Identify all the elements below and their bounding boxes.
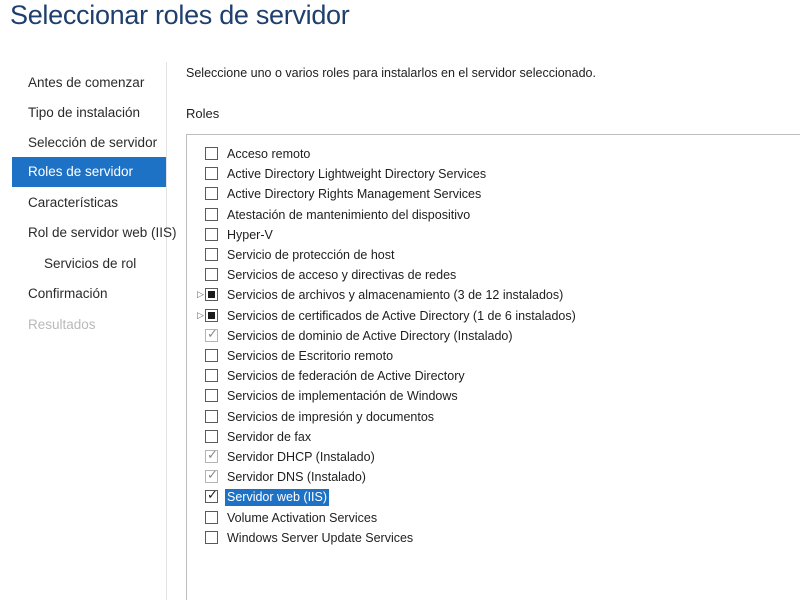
role-label[interactable]: Servidor web (IIS) — [225, 489, 330, 507]
role-checkbox[interactable] — [205, 248, 218, 261]
role-label[interactable]: Servicios de impresión y documentos — [225, 409, 436, 426]
role-checkbox[interactable] — [205, 207, 218, 221]
role-label[interactable]: Servicios de federación de Active Direct… — [225, 368, 467, 385]
nav-item-7[interactable]: Servicios de rol — [44, 249, 136, 279]
role-row[interactable]: Servicios de implementación de Windows — [187, 386, 800, 406]
role-row[interactable]: ▷ Servicios de archivos y almacenamiento … — [187, 285, 800, 305]
nav-item-1[interactable]: Antes de comenzar — [28, 68, 144, 98]
role-checkbox[interactable] — [205, 389, 218, 403]
role-row[interactable]: Hyper-V — [187, 225, 800, 245]
role-row[interactable]: Active Directory Lightweight Directory S… — [187, 164, 800, 184]
role-checkbox[interactable] — [205, 429, 218, 443]
role-row[interactable]: Active Directory Rights Management Servi… — [187, 184, 800, 204]
nav-item-8[interactable]: Confirmación — [28, 279, 108, 309]
role-checkbox — [205, 327, 218, 342]
role-row[interactable]: Servicios de acceso y directivas de rede… — [187, 265, 800, 285]
role-checkbox[interactable] — [205, 308, 218, 322]
roles-heading: Roles — [186, 106, 220, 121]
wizard-nav: Antes de comenzar Tipo de instalación Sele… — [0, 62, 177, 600]
nav-item-2[interactable]: Tipo de instalación — [28, 98, 140, 128]
page-title: Seleccionar roles de servidor — [10, 0, 350, 30]
role-checkbox[interactable] — [205, 349, 218, 362]
role-label[interactable]: Active Directory Rights Management Servi… — [225, 186, 483, 203]
role-label[interactable]: Acceso remoto — [225, 146, 312, 163]
nav-item-6[interactable]: Rol de servidor web (IIS) — [28, 218, 177, 248]
role-checkbox[interactable] — [205, 288, 218, 302]
role-checkbox[interactable] — [205, 167, 218, 181]
role-row[interactable]: Acceso remoto — [187, 144, 800, 164]
role-label[interactable]: Servicio de protección de host — [225, 247, 396, 264]
role-label[interactable]: Hyper-V — [225, 227, 275, 244]
role-row[interactable]: Servidor DNS (Instalado) — [187, 467, 800, 487]
roles-list[interactable]: Acceso remoto Active Directory Lightweigh… — [186, 134, 800, 600]
role-label[interactable]: Servicios de archivos y almacenamiento (… — [225, 287, 565, 304]
nav-item-9: Resultados — [28, 317, 96, 332]
role-label[interactable]: Servidor DHCP (Instalado) — [225, 449, 377, 466]
role-row[interactable]: Servicios de dominio de Active Directory… — [187, 326, 800, 346]
role-row[interactable]: Servicio de protección de host — [187, 245, 800, 265]
role-row[interactable]: Servidor DHCP (Instalado) — [187, 447, 800, 467]
expand-arrow-icon[interactable]: ▷ — [197, 310, 205, 322]
role-label[interactable]: Atestación de mantenimiento del disposit… — [225, 207, 472, 224]
role-checkbox[interactable] — [205, 510, 218, 524]
role-label[interactable]: Servicios de certificados de Active Dire… — [225, 308, 578, 325]
role-checkbox[interactable] — [205, 530, 218, 544]
role-checkbox — [205, 448, 218, 463]
role-checkbox — [205, 468, 218, 484]
instruction-text: Seleccione uno o varios roles para insta… — [186, 66, 596, 80]
role-label[interactable]: Servicios de Escritorio remoto — [225, 348, 395, 365]
role-row[interactable]: Servicios de impresión y documentos — [187, 407, 800, 427]
role-checkbox[interactable] — [205, 268, 218, 282]
role-label[interactable]: Servicios de acceso y directivas de rede… — [225, 267, 458, 284]
nav-item-5[interactable]: Características — [28, 188, 118, 218]
role-checkbox[interactable] — [205, 409, 218, 423]
role-row[interactable]: Servicios de federación de Active Direct… — [187, 366, 800, 386]
role-checkbox[interactable] — [205, 369, 218, 383]
role-label[interactable]: Servidor de fax — [225, 429, 313, 446]
nav-item-4[interactable]: Roles de servidor — [12, 157, 166, 187]
role-label[interactable]: Servicios de implementación de Windows — [225, 388, 460, 405]
role-label[interactable]: Servicios de dominio de Active Directory… — [225, 328, 515, 345]
role-row[interactable]: ▷ Servicios de certificados de Active Dir… — [187, 306, 800, 326]
expand-arrow-icon[interactable]: ▷ — [197, 289, 205, 301]
role-row[interactable]: Servidor de fax — [187, 427, 800, 447]
role-checkbox[interactable] — [205, 227, 218, 241]
role-row[interactable]: Volume Activation Services — [187, 508, 800, 528]
role-row[interactable]: Atestación de mantenimiento del disposit… — [187, 205, 800, 225]
role-row[interactable]: Windows Server Update Services — [187, 528, 800, 548]
role-label[interactable]: Volume Activation Services — [225, 510, 379, 527]
role-label[interactable]: Servidor DNS (Instalado) — [225, 469, 368, 486]
role-row[interactable]: Servidor web (IIS) — [187, 487, 800, 507]
nav-item-3[interactable]: Selección de servidor — [28, 128, 157, 158]
role-checkbox[interactable] — [205, 147, 218, 160]
role-label[interactable]: Active Directory Lightweight Directory S… — [225, 166, 488, 183]
role-checkbox[interactable] — [205, 488, 218, 504]
role-label[interactable]: Windows Server Update Services — [225, 530, 415, 547]
role-row[interactable]: Servicios de Escritorio remoto — [187, 346, 800, 366]
role-checkbox[interactable] — [205, 187, 218, 201]
